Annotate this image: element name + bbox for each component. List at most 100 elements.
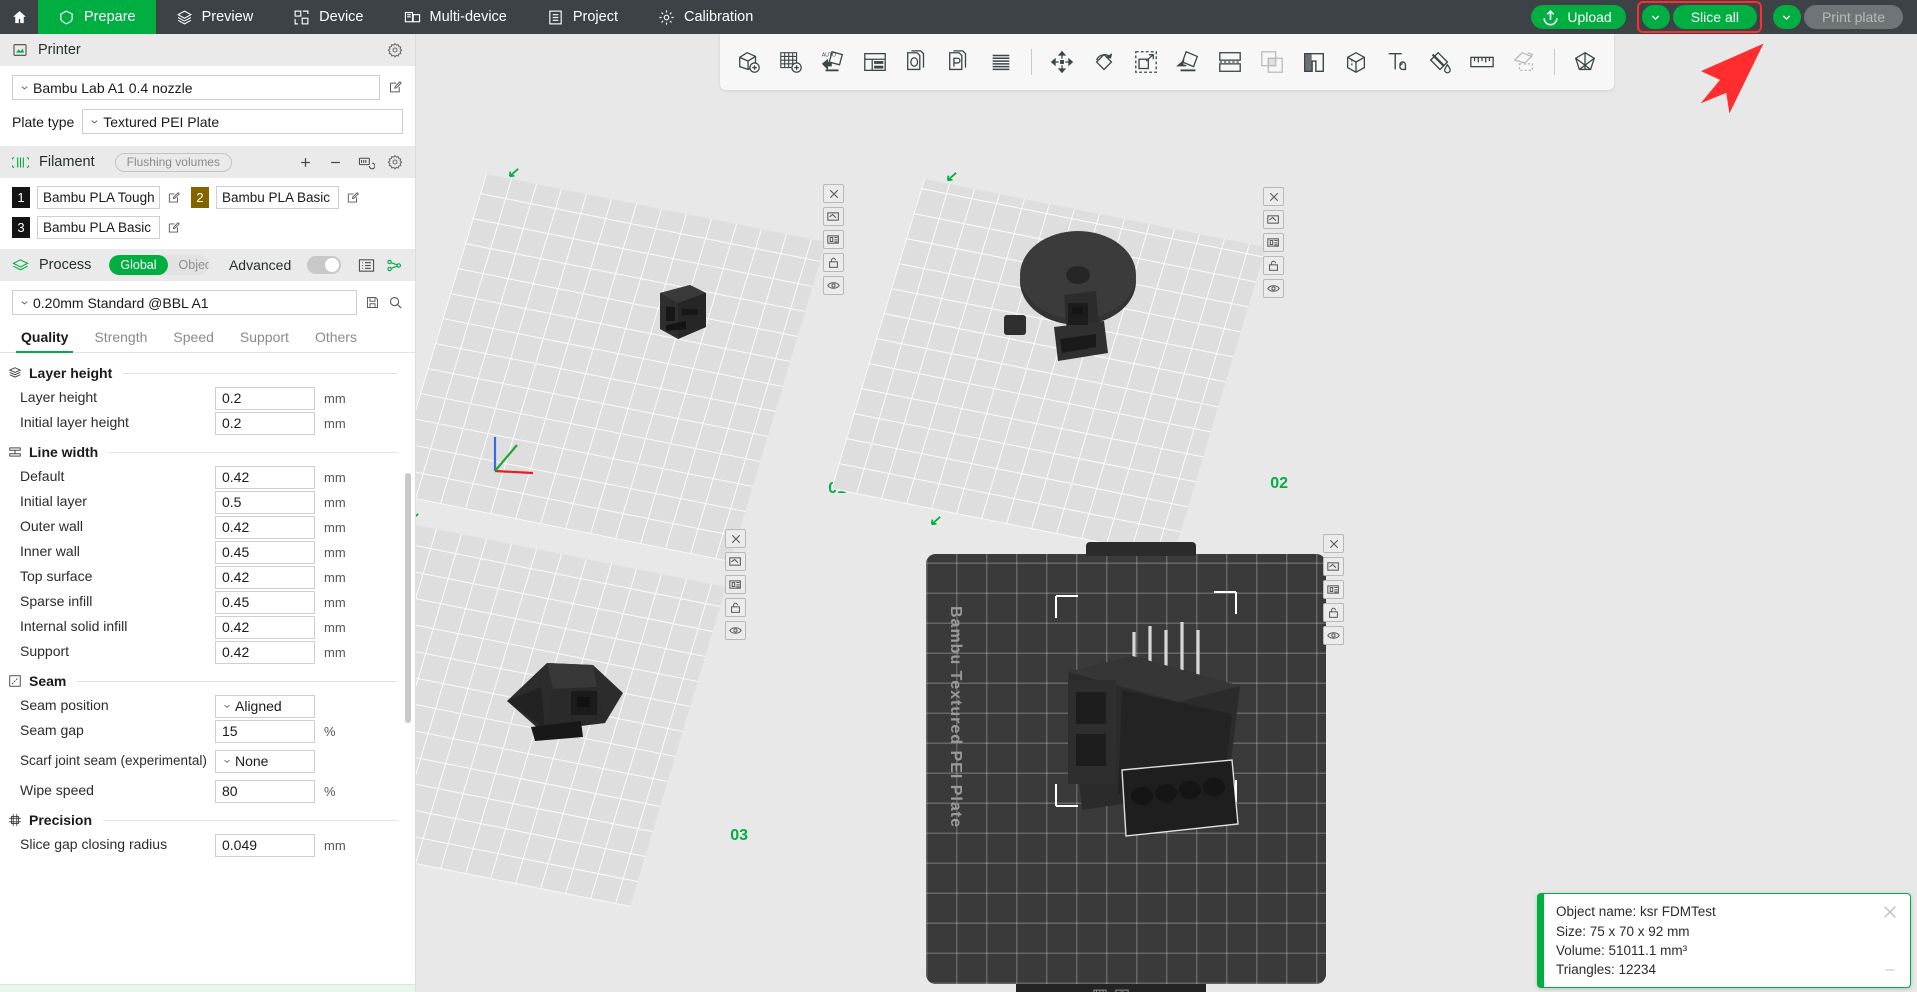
plate-settings-icon[interactable] (1323, 626, 1344, 645)
add-filament-icon[interactable] (295, 155, 315, 170)
nav-tab-project[interactable]: Project (527, 0, 638, 34)
edit-filament-icon-1[interactable] (167, 191, 181, 205)
setting-input[interactable]: 0.42 (215, 466, 315, 489)
orient-plate-icon[interactable] (823, 230, 844, 249)
filament-settings-gear-icon[interactable] (387, 154, 403, 170)
cut-icon[interactable] (1211, 43, 1249, 81)
lock-plate-icon[interactable] (823, 253, 844, 272)
variable-layer-icon[interactable] (982, 43, 1020, 81)
add-plate-icon[interactable] (772, 43, 810, 81)
arrange-plate-icon[interactable] (1263, 210, 1284, 229)
printer-settings-gear-icon[interactable] (387, 42, 403, 58)
plate-settings-icon[interactable] (1263, 279, 1284, 298)
lock-plate-icon[interactable] (725, 598, 746, 617)
arrange-plate-icon[interactable] (1323, 557, 1344, 576)
model-object-02[interactable] (996, 229, 1146, 379)
minimize-icon[interactable] (1883, 963, 1897, 977)
add-object-icon[interactable] (730, 43, 768, 81)
build-plate-04[interactable]: Bambu Textured PEI Plate (866, 524, 1336, 992)
tab-others[interactable]: Others (302, 323, 370, 352)
plate-type-select[interactable]: Textured PEI Plate (82, 109, 403, 134)
mesh-boolean-icon[interactable] (1253, 43, 1291, 81)
setting-input[interactable]: 0.45 (215, 591, 315, 614)
orient-plate-icon[interactable] (1323, 580, 1344, 599)
settings-scrollbar-track[interactable] (407, 353, 413, 992)
settings-scroll-area[interactable]: Layer height Layer height 0.2 mm Initial… (0, 353, 415, 992)
close-icon[interactable] (1881, 903, 1899, 921)
nav-tab-preview[interactable]: Preview (156, 0, 274, 34)
setting-input[interactable]: 80 (215, 780, 315, 803)
flushing-volumes-button[interactable]: Flushing volumes (115, 153, 232, 172)
filament-color-swatch-3[interactable]: 3 (12, 217, 30, 238)
arrange-plate-icon[interactable] (725, 552, 746, 571)
nav-tab-calibration[interactable]: Calibration (638, 0, 773, 34)
plate-list-icon[interactable] (940, 43, 978, 81)
plate-settings-icon[interactable] (823, 276, 844, 295)
filament-name-3[interactable]: Bambu PLA Basic (37, 216, 160, 239)
search-preset-icon[interactable] (388, 295, 403, 310)
move-icon[interactable] (1043, 43, 1081, 81)
tab-strength[interactable]: Strength (81, 323, 160, 352)
slice-options-dropdown[interactable] (1642, 5, 1670, 29)
tab-quality[interactable]: Quality (8, 323, 81, 352)
edit-filament-icon-2[interactable] (346, 191, 360, 205)
rotate-icon[interactable] (1085, 43, 1123, 81)
setting-input[interactable]: 0.2 (215, 412, 315, 435)
orient-plate-icon[interactable] (1263, 233, 1284, 252)
place-on-face-icon[interactable] (1169, 43, 1207, 81)
color-painting-icon[interactable] (1421, 43, 1459, 81)
nav-tab-multi-device[interactable]: Multi-device (384, 0, 527, 34)
scale-icon[interactable] (1127, 43, 1165, 81)
printer-model-select[interactable]: Bambu Lab A1 0.4 nozzle (12, 75, 380, 100)
layout-icon[interactable] (856, 43, 894, 81)
edit-printer-icon[interactable] (388, 80, 403, 95)
measure-icon[interactable] (1463, 43, 1501, 81)
setting-input[interactable]: 0.42 (215, 641, 315, 664)
home-button[interactable] (0, 0, 38, 34)
filament-name-1[interactable]: Bambu PLA Tough (37, 186, 160, 209)
setting-input[interactable]: 0.42 (215, 616, 315, 639)
setting-input[interactable]: 0.2 (215, 387, 315, 410)
parameter-list-icon[interactable] (357, 258, 375, 273)
slice-all-button[interactable]: Slice all (1673, 5, 1757, 29)
delete-plate-icon[interactable] (1323, 534, 1344, 553)
delete-plate-icon[interactable] (1263, 187, 1284, 206)
remove-filament-icon[interactable] (325, 155, 345, 170)
scope-global-option[interactable]: Global (109, 255, 167, 275)
tab-support[interactable]: Support (227, 323, 302, 352)
orient-plate-icon[interactable] (725, 575, 746, 594)
setting-input[interactable]: 0.42 (215, 566, 315, 589)
setting-input[interactable]: 0.049 (215, 834, 315, 857)
tab-speed[interactable]: Speed (160, 323, 226, 352)
upload-button[interactable]: Upload (1531, 5, 1625, 29)
nav-tab-device[interactable]: Device (273, 0, 383, 34)
print-plate-button[interactable]: Print plate (1804, 5, 1903, 29)
setting-select[interactable]: Aligned (215, 695, 315, 718)
arrange-plate-icon[interactable] (823, 207, 844, 226)
object-list-icon[interactable] (898, 43, 936, 81)
setting-input[interactable]: 15 (215, 720, 315, 743)
build-plate-02[interactable]: 02 (876, 179, 1266, 489)
lock-plate-icon[interactable] (1263, 256, 1284, 275)
delete-plate-icon[interactable] (823, 184, 844, 203)
plate-settings-icon[interactable] (725, 621, 746, 640)
edit-filament-icon-3[interactable] (167, 221, 181, 235)
setting-input[interactable]: 0.42 (215, 516, 315, 539)
compare-presets-icon[interactable] (385, 258, 403, 273)
auto-arrange-icon[interactable]: AUTO (814, 43, 852, 81)
filament-name-2[interactable]: Bambu PLA Basic (216, 186, 339, 209)
save-preset-icon[interactable] (365, 295, 380, 310)
nav-tab-prepare[interactable]: Prepare (38, 0, 156, 34)
process-preset-select[interactable]: 0.20mm Standard @BBL A1 (12, 290, 357, 315)
setting-select[interactable]: None (215, 750, 315, 773)
advanced-toggle[interactable] (307, 256, 341, 274)
support-painting-icon[interactable] (1295, 43, 1333, 81)
print-options-dropdown[interactable] (1773, 5, 1801, 29)
setting-input[interactable]: 0.5 (215, 491, 315, 514)
settings-scrollbar-thumb[interactable] (405, 473, 411, 723)
build-plate-01[interactable]: 01 (436, 174, 826, 494)
seam-painting-icon[interactable] (1337, 43, 1375, 81)
build-plate-03[interactable]: 03 (416, 519, 726, 839)
ams-sync-icon[interactable] (355, 155, 377, 170)
model-object-01[interactable] (646, 279, 720, 354)
